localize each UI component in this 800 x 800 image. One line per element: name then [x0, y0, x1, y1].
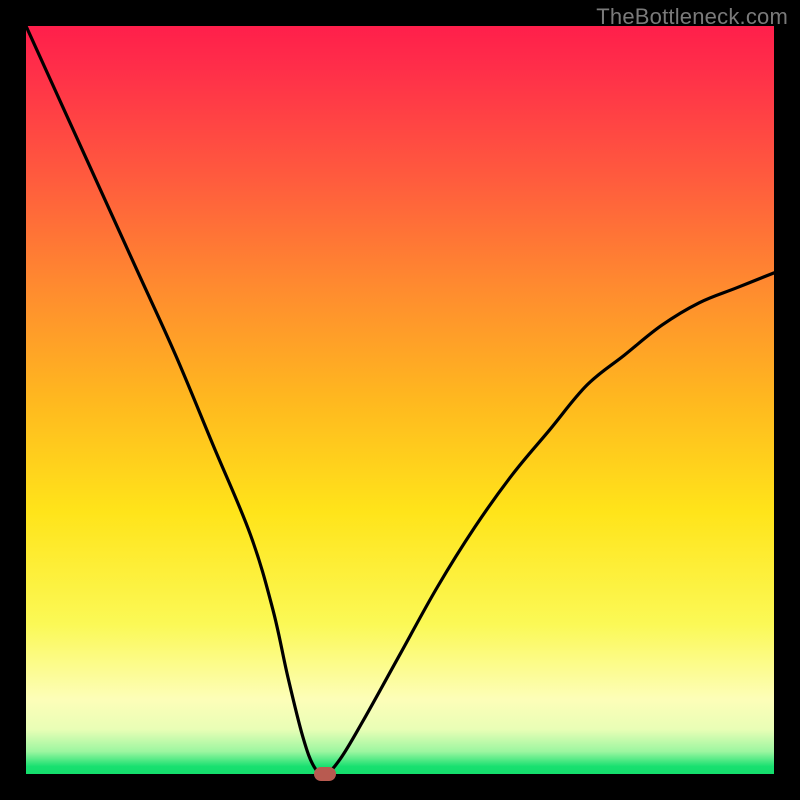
bottleneck-marker [314, 767, 336, 781]
chart-plot-area [26, 26, 774, 774]
chart-frame: TheBottleneck.com [0, 0, 800, 800]
bottleneck-curve [26, 26, 774, 774]
watermark-text: TheBottleneck.com [596, 4, 788, 30]
curve-path [26, 26, 774, 774]
